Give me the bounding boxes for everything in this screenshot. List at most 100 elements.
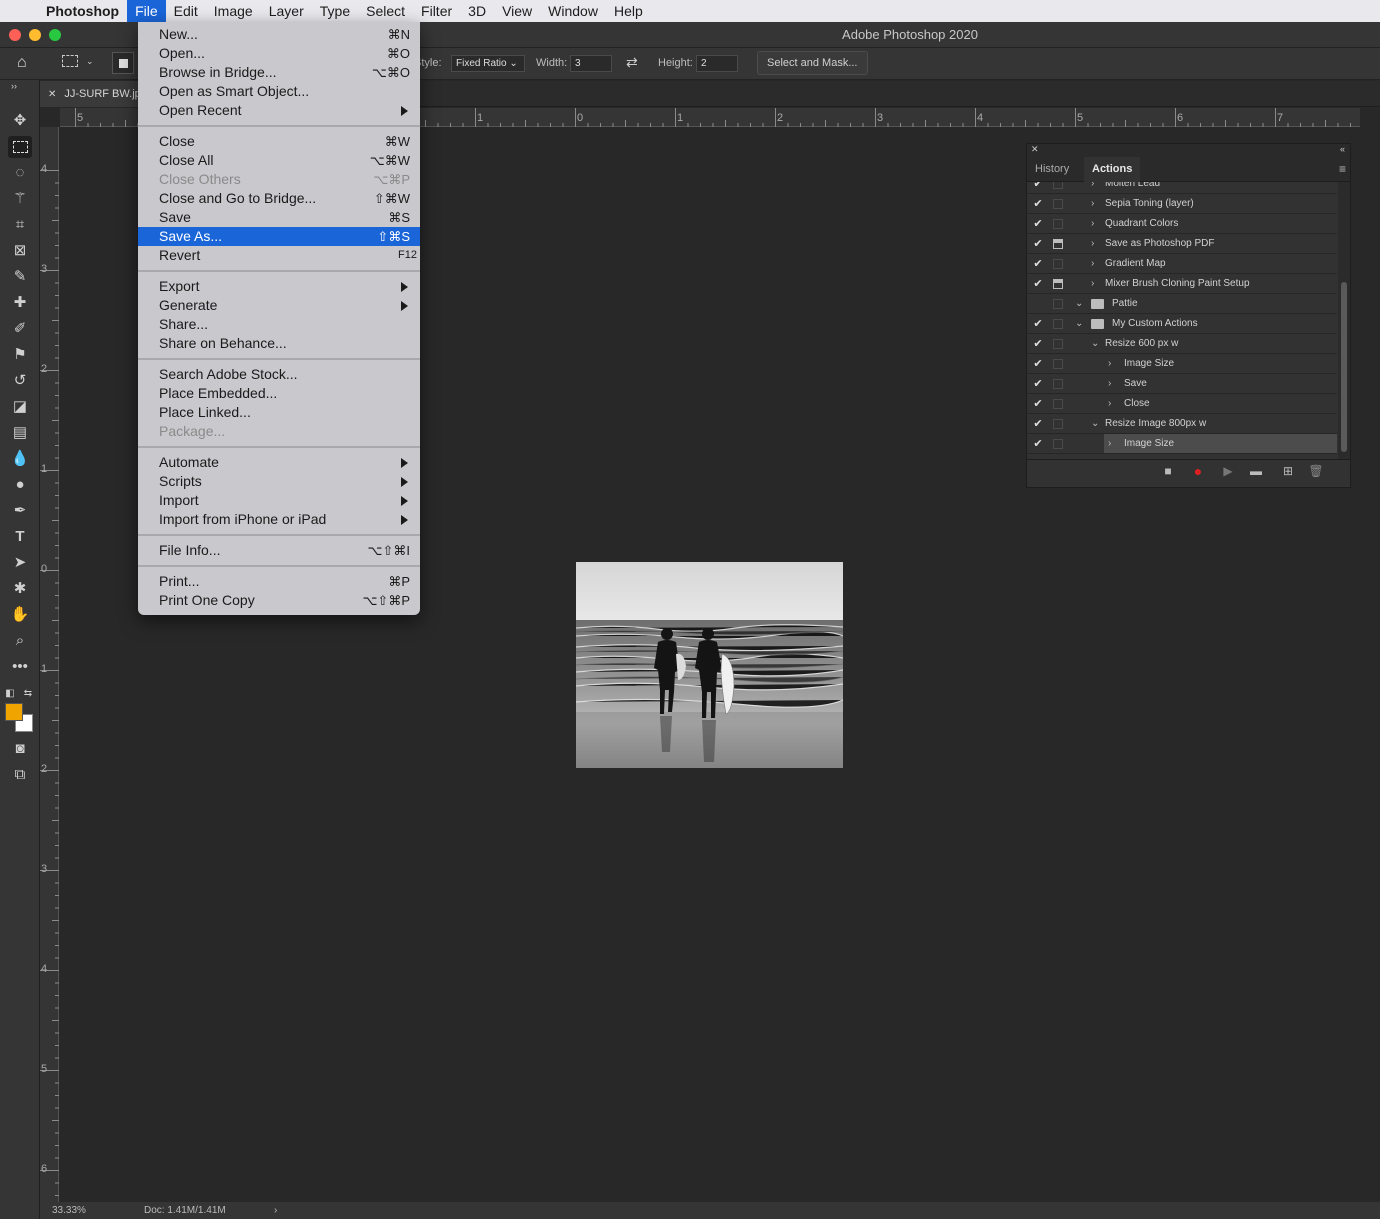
stop-icon[interactable]: ■ xyxy=(1160,463,1176,479)
check-icon[interactable]: ✔ xyxy=(1032,182,1044,194)
dialog-toggle[interactable] xyxy=(1053,379,1063,389)
check-icon[interactable]: ✔ xyxy=(1032,234,1044,254)
menu-item-new[interactable]: New... ⌘N xyxy=(138,25,420,44)
dialog-toggle[interactable] xyxy=(1053,339,1063,349)
dialog-toggle[interactable] xyxy=(1053,299,1063,309)
action-step-row[interactable]: ✔ › Image Size xyxy=(1027,434,1337,454)
check-icon[interactable]: ✔ xyxy=(1032,274,1044,294)
check-icon[interactable]: ✔ xyxy=(1032,314,1044,334)
menu-view[interactable]: View xyxy=(494,0,540,22)
menu-select[interactable]: Select xyxy=(358,0,413,22)
menu-item-browse-in-bridge[interactable]: Browse in Bridge... ⌥⌘O xyxy=(138,63,420,82)
chevron-right-icon[interactable]: › xyxy=(1091,194,1094,214)
menu-item-import-iphone[interactable]: Import from iPhone or iPad xyxy=(138,510,420,529)
path-selection-tool-icon[interactable]: ➤ xyxy=(8,552,32,574)
menu-image[interactable]: Image xyxy=(206,0,261,22)
check-icon[interactable]: ✔ xyxy=(1032,394,1044,414)
menu-item-save[interactable]: Save ⌘S xyxy=(138,208,420,227)
clone-stamp-tool-icon[interactable]: ⚑ xyxy=(8,344,32,366)
crop-tool-icon[interactable]: ⌗ xyxy=(8,214,32,236)
menu-filter[interactable]: Filter xyxy=(413,0,460,22)
menu-item-close[interactable]: Close ⌘W xyxy=(138,132,420,151)
dialog-toggle[interactable] xyxy=(1053,319,1063,329)
history-brush-tool-icon[interactable]: ↺ xyxy=(8,370,32,392)
action-row[interactable]: ✔ › Sepia Toning (layer) xyxy=(1027,194,1337,214)
tab-actions[interactable]: Actions xyxy=(1084,157,1141,182)
style-select[interactable]: Fixed Ratio ⌄ xyxy=(451,55,525,72)
document-image[interactable] xyxy=(576,562,843,768)
menu-item-close-all[interactable]: Close All ⌥⌘W xyxy=(138,151,420,170)
action-row[interactable]: ✔ ⌄ Resize Image 800px w xyxy=(1027,414,1337,434)
magic-wand-tool-icon[interactable]: ⚚ xyxy=(8,188,32,210)
check-icon[interactable]: ✔ xyxy=(1032,354,1044,374)
gradient-tool-icon[interactable]: ▤ xyxy=(8,422,32,444)
check-icon[interactable]: ✔ xyxy=(1032,434,1044,454)
panel-menu-icon[interactable]: ≡ xyxy=(1339,162,1346,176)
chevron-right-icon[interactable]: › xyxy=(1108,434,1111,454)
new-set-folder-icon[interactable]: ▬ xyxy=(1248,463,1264,479)
document-tab[interactable]: ✕ JJ-SURF BW.jpg xyxy=(40,81,150,107)
panel-scrollbar[interactable] xyxy=(1338,182,1350,460)
chevron-right-icon[interactable]: › xyxy=(1108,394,1111,414)
lasso-tool-icon[interactable]: ◌ xyxy=(8,162,32,184)
menu-item-print[interactable]: Print... ⌘P xyxy=(138,572,420,591)
menu-file[interactable]: File xyxy=(127,0,166,22)
chevron-right-icon[interactable]: › xyxy=(1108,354,1111,374)
chevron-down-icon[interactable]: ⌄ xyxy=(1091,414,1099,434)
dialog-toggle[interactable] xyxy=(1053,182,1063,189)
home-icon[interactable]: ⌂ xyxy=(17,54,27,72)
eraser-tool-icon[interactable]: ◪ xyxy=(8,396,32,418)
tab-history[interactable]: History xyxy=(1027,157,1077,182)
chevron-right-icon[interactable]: › xyxy=(1091,254,1094,274)
trash-icon[interactable]: 🗑 xyxy=(1308,463,1324,479)
action-row[interactable]: ✔ › Molten Lead xyxy=(1027,182,1337,194)
chevron-down-icon[interactable]: ⌄ xyxy=(1075,294,1083,314)
menu-item-scripts[interactable]: Scripts xyxy=(138,472,420,491)
action-step-row[interactable]: ✔ › Save xyxy=(1027,374,1337,394)
chevron-down-icon[interactable]: ⌄ xyxy=(86,56,94,67)
width-input[interactable]: 3 xyxy=(570,55,612,72)
menu-item-automate[interactable]: Automate xyxy=(138,453,420,472)
check-icon[interactable]: ✔ xyxy=(1032,214,1044,234)
dialog-toggle[interactable] xyxy=(1053,419,1063,429)
healing-brush-tool-icon[interactable]: ✚ xyxy=(8,292,32,314)
record-icon[interactable]: ● xyxy=(1190,463,1206,479)
menu-type[interactable]: Type xyxy=(312,0,358,22)
quick-mask-icon[interactable]: ◙ xyxy=(8,738,32,760)
eyedropper-tool-icon[interactable]: ✎ xyxy=(8,266,32,288)
menu-item-close-go-to-bridge[interactable]: Close and Go to Bridge... ⇧⌘W xyxy=(138,189,420,208)
height-input[interactable]: 2 xyxy=(696,55,738,72)
move-tool-icon[interactable]: ✥ xyxy=(8,110,32,132)
dialog-toggle[interactable] xyxy=(1053,279,1063,289)
marquee-preset-icon[interactable] xyxy=(62,55,78,67)
menu-item-place-linked[interactable]: Place Linked... xyxy=(138,403,420,422)
menu-item-share-behance[interactable]: Share on Behance... xyxy=(138,334,420,353)
dialog-toggle[interactable] xyxy=(1053,239,1063,249)
vertical-ruler[interactable]: 4 3 2 1 0 1 2 3 4 5 6 xyxy=(40,127,59,1202)
dodge-tool-icon[interactable]: ● xyxy=(8,474,32,496)
menu-item-place-embedded[interactable]: Place Embedded... xyxy=(138,384,420,403)
frame-tool-icon[interactable]: ⊠ xyxy=(8,240,32,262)
swap-icon[interactable]: ⇄ xyxy=(626,54,638,71)
chevron-right-icon[interactable]: › xyxy=(1091,274,1094,294)
dialog-toggle[interactable] xyxy=(1053,359,1063,369)
chevron-down-icon[interactable]: ⌄ xyxy=(1091,334,1099,354)
foreground-color-swatch[interactable] xyxy=(5,703,23,721)
dialog-toggle[interactable] xyxy=(1053,399,1063,409)
new-selection-button[interactable] xyxy=(112,52,134,74)
brush-tool-icon[interactable]: ✐ xyxy=(8,318,32,340)
action-row[interactable]: ✔ ⌄ Resize 600 px w xyxy=(1027,334,1337,354)
menu-item-file-info[interactable]: File Info... ⌥⇧⌘I xyxy=(138,541,420,560)
hand-tool-icon[interactable]: ✋ xyxy=(8,604,32,626)
menu-item-import[interactable]: Import xyxy=(138,491,420,510)
menu-item-print-one-copy[interactable]: Print One Copy ⌥⇧⌘P xyxy=(138,591,420,610)
menu-edit[interactable]: Edit xyxy=(166,0,206,22)
action-row[interactable]: ✔ › Gradient Map xyxy=(1027,254,1337,274)
collapse-icon[interactable]: ›› xyxy=(2,80,26,92)
dialog-toggle[interactable] xyxy=(1053,259,1063,269)
close-panel-icon[interactable]: ✕ xyxy=(1031,144,1039,155)
menu-app-name[interactable]: Photoshop xyxy=(40,0,127,22)
action-step-row[interactable]: ✔ › Image Size xyxy=(1027,354,1337,374)
chevron-right-icon[interactable]: › xyxy=(274,1202,277,1219)
chevron-down-icon[interactable]: ⌄ xyxy=(1075,314,1083,334)
